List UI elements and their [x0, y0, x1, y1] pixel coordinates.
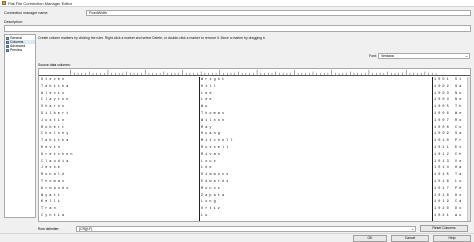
last-name-cell: L o u z [201, 159, 216, 164]
source-columns-label: Source data columns: [38, 63, 71, 67]
last-name-cell: H u a n g [201, 132, 220, 137]
first-name-cell: R o n a l d [41, 173, 65, 178]
id-cell: 1 0 1 4 H a [434, 166, 462, 171]
first-name-cell: K e l l i [41, 200, 60, 205]
first-name-cell: C l a y t o n [41, 98, 69, 103]
last-name-cell: W u [201, 105, 208, 110]
row-delimiter-label: Row delimiter: [38, 227, 60, 231]
font-value: Verdana [381, 54, 394, 58]
nav-item-preview[interactable]: Preview [6, 48, 35, 52]
instruction-text: Create column markers by clicking the ru… [38, 36, 266, 40]
last-name-cell: R u s s e l l [201, 146, 229, 150]
source-columns-grid[interactable]: S t e v e n W r i g h t 1 0 0 1 S t T a b i… [38, 68, 471, 222]
row-delimiter-select[interactable]: {CR}{LF} [76, 226, 416, 232]
first-name-cell: T a b i t h a [41, 84, 69, 89]
id-cell: 1 0 0 2 G a [434, 84, 462, 89]
id-cell: 1 0 1 7 P e [434, 186, 462, 191]
id-cell: 1 0 1 5 T a [434, 173, 462, 178]
last-name-cell: L e e [201, 166, 212, 171]
id-cell: 1 0 0 5 T h [434, 105, 462, 110]
cancel-button[interactable]: Cancel [391, 235, 429, 242]
first-name-cell: G r e t c h e n [41, 152, 73, 157]
description-field[interactable] [4, 25, 471, 32]
window-title: Flat File Connection Manager Editor [8, 1, 73, 6]
description-label: Description: [4, 20, 23, 24]
id-cell: 1 0 0 4 N e [434, 98, 462, 103]
first-name-cell: A l e x i s [41, 91, 65, 96]
first-name-cell: A r m a n d o [41, 186, 69, 191]
last-name-cell: W i l s o n [201, 118, 225, 123]
id-cell: 1 0 1 1 E s [434, 146, 462, 150]
column-ruler[interactable] [39, 69, 470, 76]
id-cell: 1 0 2 1 A u [434, 214, 462, 218]
page-icon [6, 48, 9, 52]
first-name-cell: S h a r o n [41, 105, 65, 110]
help-button[interactable]: Help [433, 235, 471, 242]
first-name-cell: K e v i n [41, 146, 60, 150]
grid-data-area: S t e v e n W r i g h t 1 0 0 1 S t T a b i… [39, 77, 470, 221]
first-name-cell: W y a t t [41, 193, 60, 198]
id-cell: 1 0 2 0 D o [434, 207, 462, 212]
first-name-cell: T r a n [41, 207, 56, 212]
last-name-cell: T h o m a s [201, 112, 225, 116]
last-name-cell: L o n g [201, 200, 216, 205]
last-name-cell: W r i g h t [201, 78, 225, 82]
row-delimiter-value: {CR}{LF} [79, 227, 93, 231]
id-cell: 1 0 0 8 C o [434, 125, 462, 130]
first-name-cell: C l a u d i a [41, 159, 69, 164]
first-name-cell: J e s s e [41, 166, 60, 171]
id-cell: 1 0 1 8 H o [434, 193, 462, 198]
last-name-cell: Z a p a t a [201, 193, 225, 198]
title-bar: Flat File Connection Manager Editor [0, 0, 474, 7]
vertical-scrollbar[interactable] [467, 77, 470, 221]
connection-name-value: FixedWidth [89, 11, 107, 15]
first-name-cell: C h e l s e y [41, 132, 69, 137]
reset-columns-button[interactable]: Reset Columns [420, 225, 468, 232]
chevron-down-icon [465, 55, 468, 58]
first-name-cell: G i l b e r t [41, 112, 69, 116]
nav-label: Preview [10, 48, 23, 52]
ok-button[interactable]: OK [353, 235, 387, 242]
editor-window: Flat File Connection Manager Editor Conn… [0, 0, 474, 242]
last-name-cell: M u n o z [201, 186, 220, 191]
first-name-cell: S t e v e n [41, 78, 65, 82]
id-cell: 1 0 1 9 C a [434, 200, 462, 205]
last-name-cell: R a y [201, 125, 212, 130]
column-marker[interactable] [199, 77, 200, 221]
id-cell: 1 0 1 0 P r [434, 139, 462, 144]
font-select[interactable]: Verdana [378, 53, 470, 59]
last-name-cell: M i t c h e l l [201, 139, 233, 144]
first-name-cell: C y n t i a [41, 214, 65, 218]
last-name-cell: L u [201, 214, 208, 218]
first-name-cell: J u s t i n [41, 118, 65, 123]
connection-name-label: Connection manager name: [4, 11, 49, 15]
font-label: Font: [369, 54, 377, 58]
last-name-cell: E d w a r d s [201, 180, 229, 184]
id-cell: 1 0 1 3 V e [434, 159, 462, 164]
last-name-cell: S i m m o n s [201, 173, 229, 178]
connection-name-field[interactable]: FixedWidth [86, 10, 471, 16]
first-name-cell: T h o m a s [41, 180, 65, 184]
column-marker[interactable] [432, 77, 433, 221]
chevron-down-icon [411, 228, 414, 231]
id-cell: 1 0 1 6 L o [434, 180, 462, 184]
page-navigation: General Columns Advanced Preview [4, 34, 36, 218]
last-name-cell: L e e [201, 91, 212, 96]
id-cell: 1 0 0 7 R o [434, 118, 462, 123]
id-cell: 1 0 0 3 N o [434, 91, 462, 96]
last-name-cell: L e e [201, 98, 212, 103]
last-name-cell: O r t i z [201, 207, 220, 212]
id-cell: 1 0 0 9 S a [434, 132, 462, 137]
id-cell: 1 0 1 2 C h [434, 152, 462, 157]
id-cell: 1 0 0 6 W e [434, 112, 462, 116]
first-name-cell: R o b e r t [41, 125, 65, 130]
dialog-footer: OK Cancel Help [0, 233, 474, 242]
last-name-cell: H i l l [201, 84, 216, 89]
id-cell: 1 0 0 1 S t [434, 78, 462, 82]
flat-file-icon [2, 1, 6, 5]
last-name-cell: R i v a s [201, 152, 220, 157]
columns-page: Create column markers by clicking the ru… [38, 34, 471, 232]
first-name-cell: T a b i t h a [41, 139, 69, 144]
